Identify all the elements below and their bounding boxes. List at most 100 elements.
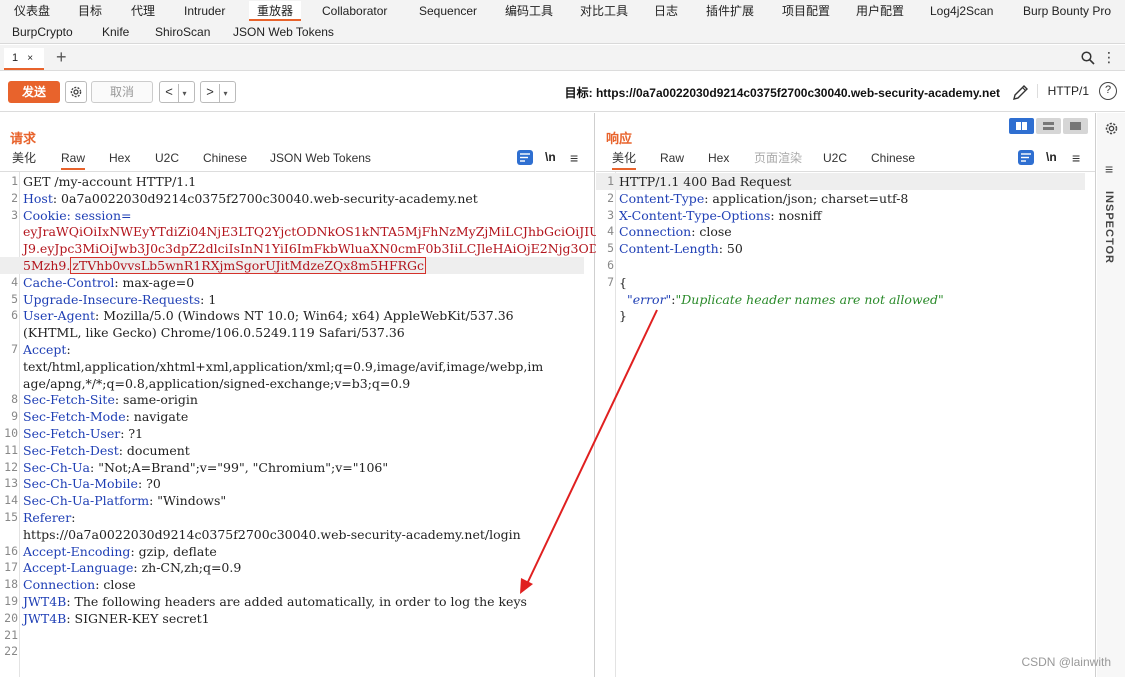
line-content: Cache-Control: max-age=0 bbox=[23, 274, 194, 291]
edit-target-icon[interactable] bbox=[1011, 82, 1031, 102]
repeater-tab-label: 1 bbox=[12, 52, 19, 64]
help-icon[interactable]: ? bbox=[1099, 82, 1117, 100]
inspector-label[interactable]: INSPECTOR bbox=[1103, 191, 1115, 264]
response-subtab[interactable]: Hex bbox=[708, 150, 729, 170]
menu-tab[interactable]: Intruder bbox=[184, 1, 225, 21]
pretty-toggle-icon[interactable] bbox=[517, 150, 533, 165]
menu-tab[interactable]: Collaborator bbox=[322, 1, 387, 21]
response-subtab[interactable]: U2C bbox=[823, 150, 847, 170]
line-content: (KHTML, like Gecko) Chrome/106.0.5249.11… bbox=[23, 324, 405, 341]
close-tab-icon[interactable]: × bbox=[27, 53, 33, 64]
inspector-sidebar: ≡ INSPECTOR bbox=[1097, 113, 1125, 677]
menu-tab[interactable]: Log4j2Scan bbox=[930, 1, 993, 21]
code-line: 4 Connection: close bbox=[596, 223, 1085, 240]
main-menu: 仪表盘 目标 代理 Intruder 重放器 Collaborator Sequencer 编… bbox=[0, 0, 1125, 44]
forward-button[interactable]: > ▾ bbox=[200, 81, 236, 103]
menu-tab[interactable]: JSON Web Tokens bbox=[233, 22, 334, 42]
inspector-list-icon[interactable]: ≡ bbox=[1105, 161, 1113, 177]
line-content: text/html,application/xhtml+xml,applicat… bbox=[23, 358, 543, 375]
newline-toggle[interactable]: \n bbox=[545, 150, 556, 164]
line-number: 20 bbox=[4, 610, 18, 625]
side-by-side-layout-icon[interactable] bbox=[1009, 118, 1034, 134]
request-subtab[interactable]: 美化 bbox=[12, 150, 36, 170]
code-line: 5Mzh9. zTVhb0vvsLb5wnR1RXjmSgorUJitMdzeZQ… bbox=[0, 257, 584, 274]
menu-tab[interactable]: 目标 bbox=[78, 1, 102, 21]
tabbed-layout-icon[interactable] bbox=[1063, 118, 1088, 134]
response-subtab[interactable]: 页面渲染 bbox=[754, 150, 802, 170]
hamburger-menu-icon[interactable]: ≡ bbox=[570, 151, 578, 165]
code-line: 5 Content-Length: 50 bbox=[596, 240, 1085, 257]
back-button[interactable]: < ▾ bbox=[159, 81, 195, 103]
newline-toggle[interactable]: \n bbox=[1046, 150, 1057, 164]
code-token: : zh-CN,zh;q=0.9 bbox=[133, 560, 242, 576]
menu-tab[interactable]: Sequencer bbox=[419, 1, 477, 21]
menu-tab[interactable]: 用户配置 bbox=[856, 1, 904, 21]
menu-tab[interactable]: 代理 bbox=[131, 1, 155, 21]
menu-tab[interactable]: 插件扩展 bbox=[706, 1, 754, 21]
code-line: } bbox=[596, 307, 1085, 324]
request-subtab[interactable]: Hex bbox=[109, 150, 130, 170]
stacked-layout-icon[interactable] bbox=[1036, 118, 1061, 134]
code-token: Sec-Fetch-Dest bbox=[23, 442, 119, 458]
code-line: age/apng,*/*;q=0.8,application/signed-ex… bbox=[0, 375, 584, 392]
code-token: : bbox=[71, 510, 76, 525]
code-token: Accept-Encoding bbox=[23, 543, 131, 559]
response-subtab[interactable]: Chinese bbox=[871, 150, 915, 170]
more-options-icon[interactable]: ⋮ bbox=[1102, 49, 1116, 66]
line-number: 13 bbox=[4, 476, 18, 491]
hamburger-menu-icon[interactable]: ≡ bbox=[1072, 151, 1080, 165]
request-title: 请求 bbox=[10, 131, 37, 146]
send-button[interactable]: 发送 bbox=[8, 81, 60, 103]
send-settings-button[interactable] bbox=[65, 81, 87, 103]
menu-tab[interactable]: Burp Bounty Pro bbox=[1023, 1, 1111, 21]
menu-tab[interactable]: 日志 bbox=[654, 1, 678, 21]
request-editor[interactable]: 1 GET /my-account HTTP/1.1 2 Host: 0a7a0022… bbox=[0, 171, 634, 677]
cancel-button[interactable]: 取消 bbox=[91, 81, 153, 103]
request-subtab[interactable]: JSON Web Tokens bbox=[270, 150, 371, 170]
line-content: Referer: bbox=[23, 509, 75, 526]
code-token: : document bbox=[118, 442, 190, 458]
line-content: Connection: close bbox=[619, 223, 732, 240]
response-panel: 响应 美化 Raw Hex 页面渲染 U2C Chinese \n ≡ 1 HTTP/1.1… bbox=[596, 113, 1096, 677]
menu-tab[interactable]: 对比工具 bbox=[580, 1, 628, 21]
menu-tab[interactable]: BurpCrypto bbox=[12, 22, 73, 42]
code-token: JWT4B bbox=[23, 610, 67, 626]
menu-tab[interactable]: 重放器 bbox=[249, 1, 302, 21]
menu-tab[interactable]: 编码工具 bbox=[505, 1, 553, 21]
code-line: 2 Content-Type: application/json; charset… bbox=[596, 190, 1085, 207]
menu-tab[interactable]: ShiroScan bbox=[155, 22, 210, 42]
chevron-down-icon[interactable]: ▾ bbox=[219, 84, 231, 103]
line-content: X-Content-Type-Options: nosniff bbox=[619, 207, 821, 224]
code-token: : 1 bbox=[200, 291, 217, 307]
search-icon[interactable] bbox=[1081, 51, 1095, 65]
http-version-selector[interactable]: HTTP/1 bbox=[1036, 84, 1089, 98]
menu-tab[interactable]: 仪表盘 bbox=[14, 1, 50, 21]
line-number: 18 bbox=[4, 577, 18, 592]
line-content: Accept-Encoding: gzip, deflate bbox=[23, 543, 217, 560]
line-content: 5Mzh9. zTVhb0vvsLb5wnR1RXjmSgorUJitMdzeZQ… bbox=[23, 257, 427, 274]
line-number: 16 bbox=[4, 543, 18, 558]
menu-tab[interactable]: 项目配置 bbox=[782, 1, 830, 21]
response-subtab[interactable]: Raw bbox=[660, 150, 684, 170]
gear-icon[interactable] bbox=[1104, 121, 1119, 136]
request-subtab[interactable]: Chinese bbox=[203, 150, 247, 170]
response-subtab[interactable]: 美化 bbox=[612, 150, 637, 170]
menu-tab[interactable]: Knife bbox=[102, 22, 129, 42]
request-subtab[interactable]: Raw bbox=[61, 150, 86, 170]
line-content: Accept-Language: zh-CN,zh;q=0.9 bbox=[23, 559, 241, 576]
chevron-right-icon: > bbox=[206, 84, 214, 99]
line-number: 9 bbox=[11, 409, 18, 424]
chevron-down-icon[interactable]: ▾ bbox=[178, 84, 190, 103]
code-token: : max-age=0 bbox=[114, 274, 195, 290]
request-subtab[interactable]: U2C bbox=[155, 150, 179, 170]
line-number: 2 bbox=[607, 190, 614, 205]
pretty-toggle-icon[interactable] bbox=[1018, 150, 1034, 165]
repeater-tab-1[interactable]: 1 × bbox=[4, 48, 44, 70]
code-token: User-Agent bbox=[23, 308, 96, 324]
add-tab-button[interactable]: + bbox=[56, 47, 67, 67]
line-number: 1 bbox=[607, 174, 614, 188]
request-panel: 请求 美化 Raw Hex U2C Chinese JSON Web Tokens \n … bbox=[0, 113, 634, 677]
code-token: : ?1 bbox=[120, 426, 144, 441]
line-content: Sec-Ch-Ua-Platform: "Windows" bbox=[23, 492, 226, 509]
response-editor[interactable]: 1 HTTP/1.1 400 Bad Request 2 Content-Type: … bbox=[596, 171, 1095, 677]
